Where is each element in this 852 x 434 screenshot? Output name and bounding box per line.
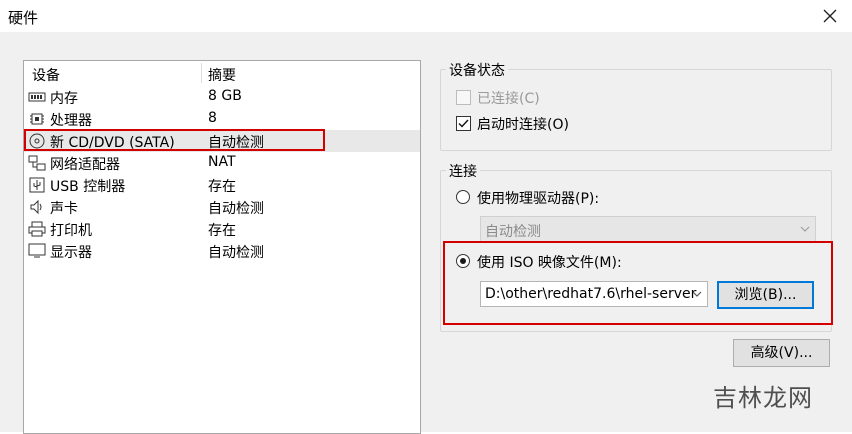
connected-checkbox <box>456 90 471 105</box>
connect-on-start-checkbox[interactable] <box>456 116 471 131</box>
column-divider[interactable] <box>201 63 202 83</box>
cpu-icon <box>30 113 44 125</box>
device-summary: 存在 <box>208 179 236 195</box>
physical-drive-radio[interactable] <box>456 190 470 204</box>
device-summary: 8 <box>208 110 217 126</box>
device-name: 内存 <box>50 91 78 107</box>
device-summary: 8 GB <box>208 88 242 104</box>
close-icon[interactable] <box>818 4 842 28</box>
device-row-display[interactable]: 显示器 自动检测 <box>24 240 420 262</box>
device-row-usb[interactable]: USB 控制器 存在 <box>24 174 420 196</box>
column-header-device[interactable]: 设备 <box>32 65 60 85</box>
device-summary: 自动检测 <box>208 201 264 217</box>
device-row-processor[interactable]: 处理器 8 <box>24 108 420 130</box>
checkmark-icon <box>458 119 469 128</box>
display-icon <box>28 243 46 258</box>
device-list[interactable]: 设备 摘要 内存 8 GB 处理器 8 新 CD/DVD (SATA) 自动检测 <box>23 60 421 434</box>
connection-legend: 连接 <box>446 161 480 181</box>
physical-drive-value: 自动检测 <box>485 224 541 240</box>
device-row-memory[interactable]: 内存 8 GB <box>24 86 420 108</box>
window-title: 硬件 <box>8 9 39 27</box>
column-header-summary[interactable]: 摘要 <box>208 65 236 85</box>
device-row-network[interactable]: 网络适配器 NAT <box>24 152 420 174</box>
device-name: 显示器 <box>50 245 92 261</box>
device-row-printer[interactable]: 打印机 存在 <box>24 218 420 240</box>
advanced-button[interactable]: 高级(V)... <box>733 339 830 367</box>
physical-drive-label[interactable]: 使用物理驱动器(P): <box>477 188 599 208</box>
device-name: USB 控制器 <box>50 179 126 195</box>
watermark-text: 吉林龙网 <box>713 384 813 412</box>
device-name: 打印机 <box>50 223 92 239</box>
device-row-sound[interactable]: 声卡 自动检测 <box>24 196 420 218</box>
device-list-header: 设备 摘要 <box>24 61 420 85</box>
device-summary: NAT <box>208 154 236 170</box>
network-icon <box>28 155 46 171</box>
memory-icon <box>28 92 46 102</box>
speaker-icon <box>30 199 42 215</box>
device-name: 声卡 <box>50 201 78 217</box>
chevron-down-icon <box>800 226 810 232</box>
highlight-box-cd-dvd <box>24 129 325 151</box>
device-summary: 存在 <box>208 223 236 239</box>
device-name: 网络适配器 <box>50 157 120 173</box>
physical-drive-select: 自动检测 <box>480 216 816 242</box>
printer-icon <box>28 221 46 237</box>
connect-on-start-label[interactable]: 启动时连接(O) <box>477 114 569 134</box>
highlight-box-iso <box>443 241 833 325</box>
usb-icon <box>29 177 45 193</box>
device-name: 处理器 <box>50 113 92 129</box>
device-status-legend: 设备状态 <box>446 60 508 80</box>
device-status-group <box>440 69 832 151</box>
title-bar: 硬件 <box>0 0 852 32</box>
device-summary: 自动检测 <box>208 245 264 261</box>
connected-label: 已连接(C) <box>477 91 540 107</box>
